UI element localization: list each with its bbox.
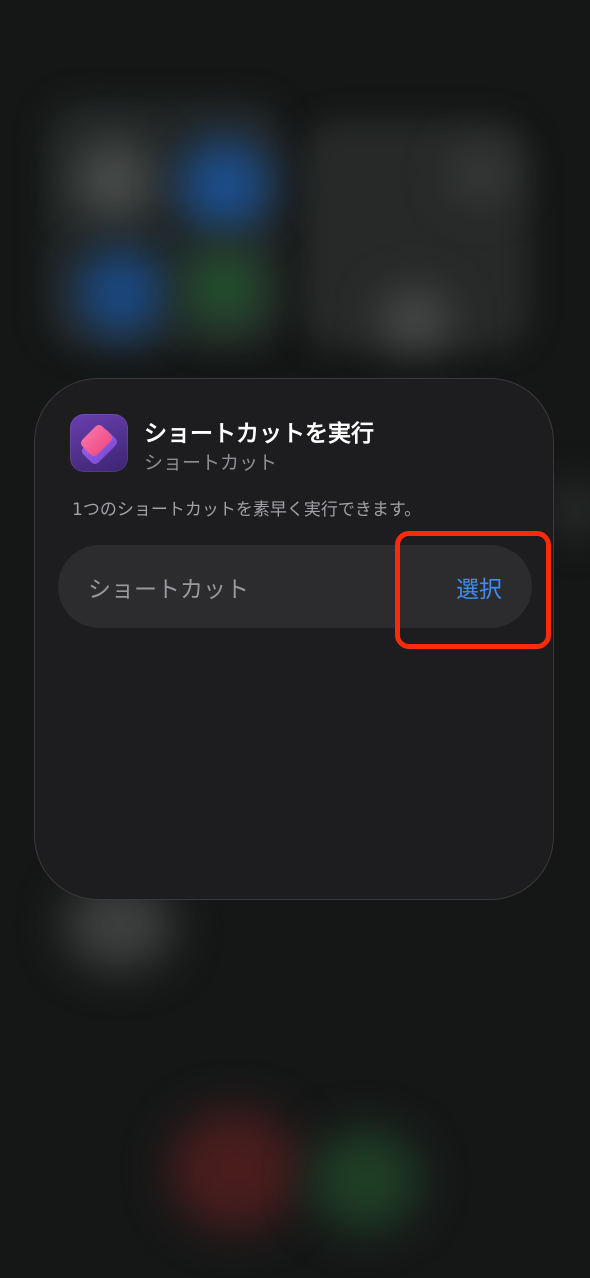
blurred-dock-icon (310, 1130, 420, 1230)
blurred-app-icon (556, 490, 590, 530)
widget-description: 1つのショートカットを素早く実行できます。 (72, 500, 422, 520)
shortcut-parameter-row[interactable]: ショートカット 選択 (58, 545, 532, 628)
widget-title: ショートカットを実行 (144, 421, 374, 447)
blurred-app-icon (380, 290, 450, 350)
blurred-app-icon (180, 140, 270, 230)
blurred-app-icon (450, 150, 510, 200)
blurred-app-icon (78, 250, 164, 336)
blurred-app-icon (184, 248, 264, 328)
blurred-app-icon (74, 140, 154, 220)
shortcuts-logo-icon (81, 425, 117, 464)
shortcuts-app-icon (70, 414, 128, 472)
screen: ショートカットを実行 ショートカット 1つのショートカットを素早く実行できます。… (0, 0, 590, 1278)
widget-subtitle: ショートカット (144, 452, 278, 474)
shortcut-parameter-label: ショートカット (88, 577, 249, 603)
blurred-dock-icon (170, 1110, 300, 1230)
select-shortcut-button[interactable]: 選択 (456, 570, 502, 604)
